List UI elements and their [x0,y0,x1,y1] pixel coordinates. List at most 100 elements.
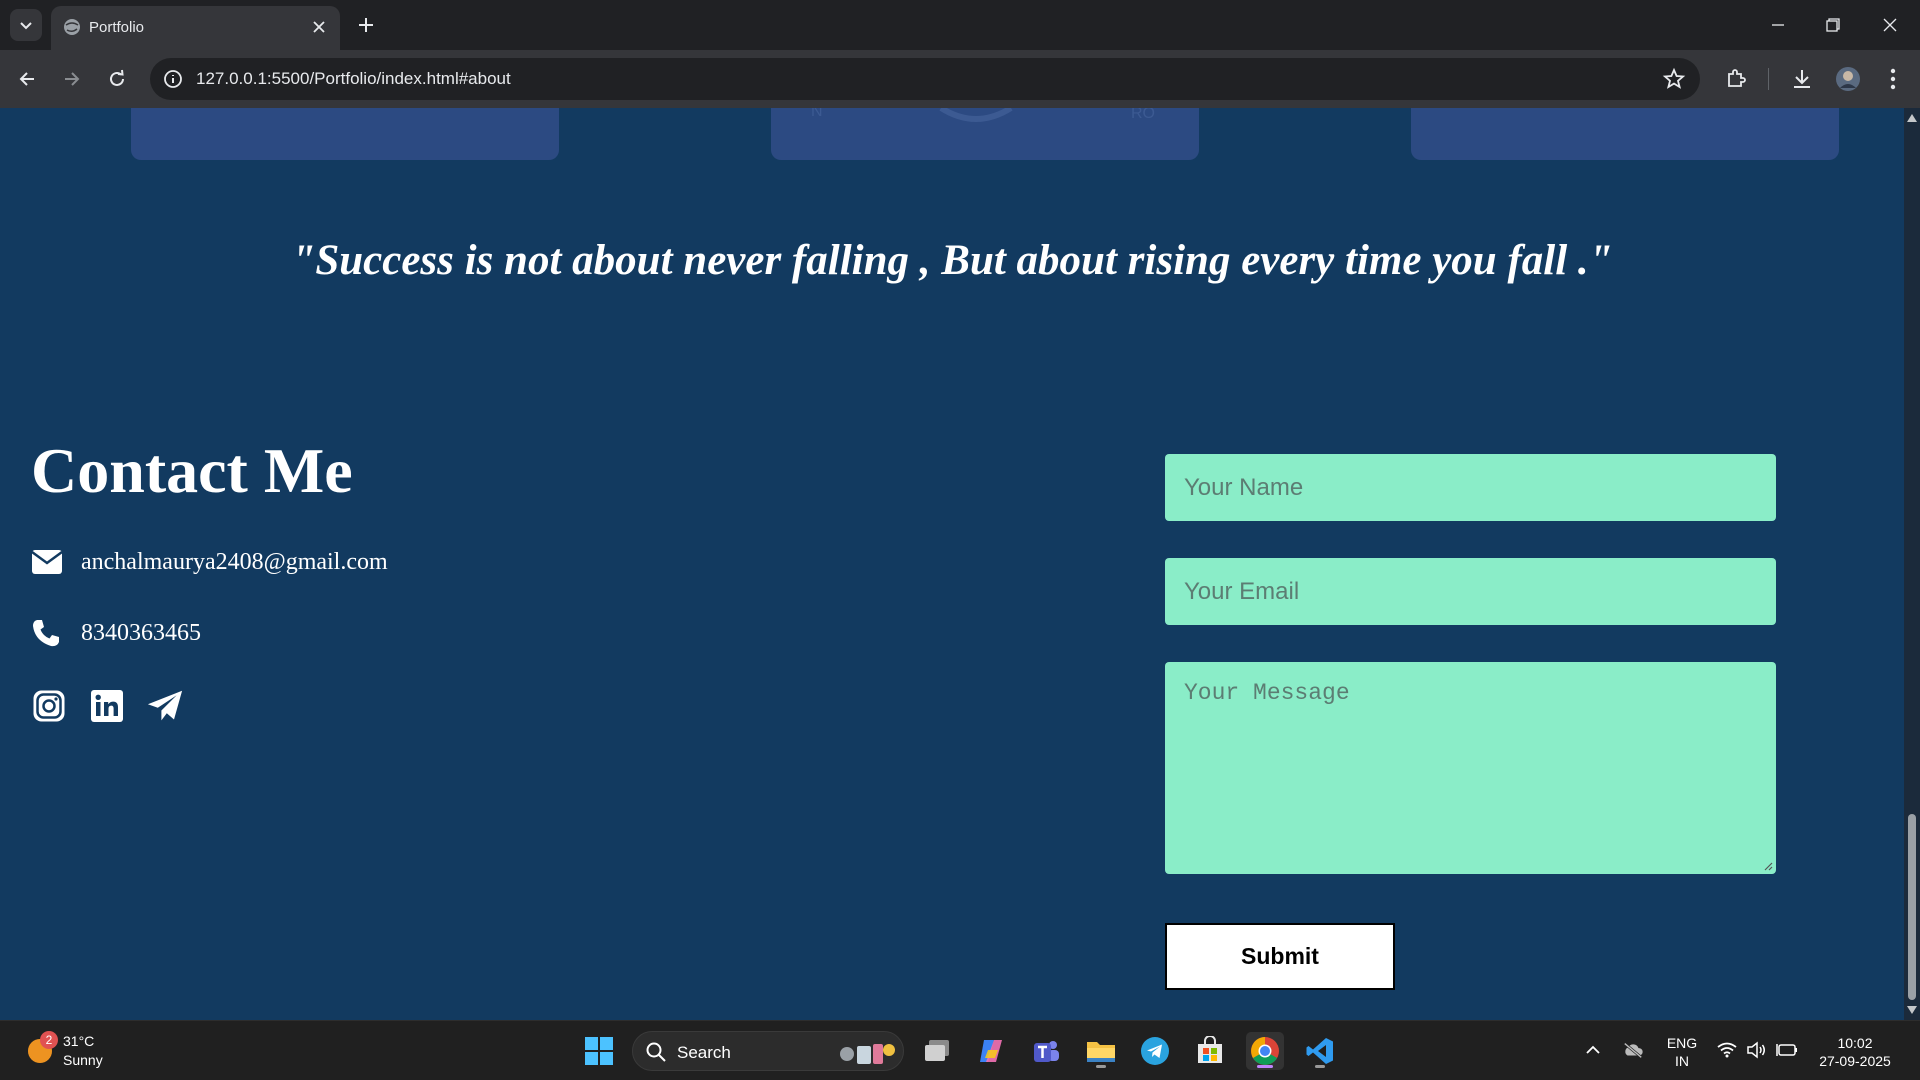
region-code: IN [1675,1053,1689,1069]
search-label: Search [677,1043,731,1062]
active-indicator [1257,1065,1273,1068]
new-tab-button[interactable] [352,11,380,39]
download-icon [1794,70,1810,88]
show-hidden-icons-button[interactable] [1582,1039,1604,1061]
url-text[interactable]: 127.0.0.1:5500/Portfolio/index.html#abou… [196,69,511,89]
profile-button[interactable] [1834,65,1862,93]
cloud-off-icon [1623,1042,1643,1059]
chevron-down-icon [20,22,32,30]
file-explorer-button[interactable] [1082,1032,1120,1070]
browser-tab[interactable]: Portfolio [51,6,340,50]
chrome-button[interactable] [1246,1032,1284,1070]
clock-date: 27-09-2025 [1819,1053,1891,1069]
toolbar-divider [1768,68,1769,90]
page-scrollbar[interactable] [1904,108,1920,1020]
teams-button[interactable] [1027,1032,1065,1070]
reload-button[interactable] [100,62,134,96]
contact-phone[interactable]: 8340363465 [81,620,201,647]
scrollbar-thumb[interactable] [1908,814,1916,1000]
battery-status[interactable] [1776,1039,1798,1061]
puzzle-icon [1728,69,1746,87]
taskbar: 2 31°C Sunny Search ENG IN 10:02 27-09-2… [0,1020,1920,1080]
active-indicator [1096,1065,1106,1068]
weather-condition: Sunny [63,1052,103,1068]
clock-time: 10:02 [1837,1035,1873,1051]
message-textarea[interactable] [1165,662,1776,874]
teams-icon [1034,1041,1059,1062]
language-code: ENG [1666,1035,1698,1051]
browser-tab-bar: Portfolio [0,0,1920,50]
close-window-button[interactable] [1870,8,1910,42]
menu-button[interactable] [1879,65,1907,93]
folder-icon [1087,1042,1115,1062]
start-button[interactable] [580,1032,618,1070]
restore-button[interactable] [1813,8,1853,42]
reload-icon [110,69,124,86]
globe-icon [64,19,80,35]
copilot-button[interactable] [972,1032,1010,1070]
browser-toolbar: 127.0.0.1:5500/Portfolio/index.html#abou… [0,50,1920,108]
taskbar-search[interactable]: Search [632,1031,904,1071]
minimize-button[interactable] [1758,8,1798,42]
onedrive-status[interactable] [1622,1039,1644,1061]
tab-close-icon[interactable] [308,16,330,38]
close-icon [1883,18,1897,32]
arrow-right-icon [65,72,80,86]
page-viewport: N RO "Success is not about never falling… [0,108,1904,1020]
tab-search-button[interactable] [10,9,42,41]
forward-button[interactable] [55,62,89,96]
back-button[interactable] [10,62,44,96]
svg-text:N: N [811,108,823,120]
chevron-up-icon [1586,1045,1600,1054]
clock[interactable]: 10:02 27-09-2025 [1812,1034,1898,1070]
quote-text: "Success is not about never falling , Bu… [291,237,1613,284]
svg-text:RO: RO [1131,108,1155,122]
project-card[interactable] [1411,108,1839,160]
battery-icon [1776,1044,1797,1056]
language-indicator[interactable]: ENG IN [1664,1034,1700,1070]
weather-badge: 2 [40,1031,58,1049]
volume-status[interactable] [1745,1039,1767,1061]
windows-logo-icon [585,1037,613,1065]
site-info-icon[interactable] [162,68,184,90]
contact-email-row: anchalmaurya2408@gmail.com [31,545,388,579]
bookmark-star-icon[interactable] [1662,67,1686,91]
envelope-icon [31,546,63,578]
sun-icon: 2 [26,1031,58,1065]
card-image-icon: N RO [811,108,1155,122]
submit-button[interactable]: Submit [1165,923,1395,990]
chrome-icon [1251,1037,1279,1065]
social-links [31,688,183,724]
telegram-app-button[interactable] [1136,1032,1174,1070]
scroll-down-icon[interactable] [1907,1006,1917,1014]
instagram-icon[interactable] [31,688,67,724]
vscode-icon [1306,1038,1333,1064]
extensions-button[interactable] [1722,65,1750,93]
tab-title: Portfolio [89,19,145,36]
arrow-left-icon [19,72,34,86]
speaker-icon [1747,1041,1765,1059]
name-input[interactable] [1165,454,1776,521]
downloads-button[interactable] [1788,65,1816,93]
wifi-status[interactable] [1716,1039,1738,1061]
task-view-button[interactable] [918,1032,956,1070]
email-input[interactable] [1165,558,1776,625]
telegram-app-icon [1141,1037,1169,1065]
phone-icon [31,617,63,649]
search-highlight-icon [840,1044,895,1064]
project-card[interactable]: N RO [771,108,1199,160]
project-card[interactable] [131,108,559,160]
address-bar[interactable]: 127.0.0.1:5500/Portfolio/index.html#abou… [150,58,1700,100]
resize-handle-icon[interactable] [1763,861,1773,871]
weather-widget[interactable]: 2 31°C Sunny [26,1031,103,1071]
search-icon [646,1042,666,1062]
store-button[interactable] [1191,1032,1229,1070]
vscode-button[interactable] [1301,1032,1339,1070]
contact-title: Contact Me [31,435,353,506]
linkedin-icon[interactable] [89,688,125,724]
contact-email[interactable]: anchalmaurya2408@gmail.com [81,549,388,576]
restore-icon [1826,18,1840,32]
active-indicator [1315,1065,1325,1068]
scroll-up-icon[interactable] [1907,114,1917,122]
telegram-icon[interactable] [147,688,183,724]
